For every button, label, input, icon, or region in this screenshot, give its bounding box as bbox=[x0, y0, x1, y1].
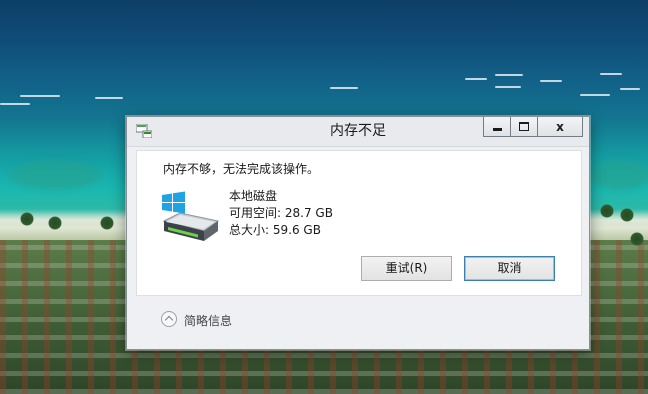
drive-total-size: 总大小: 59.6 GB bbox=[229, 223, 321, 237]
wave bbox=[20, 95, 60, 97]
palm-tree bbox=[620, 208, 634, 222]
minimize-button[interactable] bbox=[483, 117, 510, 137]
wave bbox=[95, 97, 123, 99]
drive-info: 本地磁盘 可用空间: 28.7 GB 总大小: 59.6 GB bbox=[229, 188, 333, 239]
drive-name: 本地磁盘 bbox=[229, 189, 278, 203]
drive-free-space: 可用空间: 28.7 GB bbox=[229, 206, 333, 220]
retry-button[interactable]: 重试(R) bbox=[361, 256, 452, 281]
wave bbox=[580, 94, 610, 96]
close-icon: x bbox=[556, 119, 564, 134]
wave bbox=[465, 78, 487, 80]
cancel-button[interactable]: 取消 bbox=[464, 256, 555, 281]
details-toggle[interactable]: 简略信息 bbox=[184, 312, 232, 329]
dialog-footer: 简略信息 bbox=[136, 297, 580, 341]
desktop-wallpaper: 内存不足 x 内存不够，无法完成该操作。 本地磁盘 可用空间: 28.7 GB … bbox=[0, 0, 648, 394]
title-bar[interactable]: 内存不足 x bbox=[127, 117, 589, 147]
palm-tree bbox=[630, 232, 644, 246]
wave bbox=[600, 73, 622, 75]
minimize-icon bbox=[492, 128, 502, 131]
reef bbox=[10, 160, 100, 190]
wave bbox=[0, 103, 30, 105]
wave bbox=[330, 87, 358, 89]
wave bbox=[540, 80, 562, 82]
hard-drive-icon bbox=[162, 191, 220, 241]
dialog-content: 内存不够，无法完成该操作。 本地磁盘 可用空间: 28.7 GB 总大小: 59… bbox=[136, 150, 582, 296]
palm-tree bbox=[48, 216, 62, 230]
window-controls: x bbox=[483, 117, 583, 138]
maximize-button[interactable] bbox=[510, 117, 537, 137]
close-button[interactable]: x bbox=[537, 117, 583, 137]
wave bbox=[620, 88, 640, 90]
palm-tree bbox=[600, 204, 614, 218]
out-of-memory-dialog: 内存不足 x 内存不够，无法完成该操作。 本地磁盘 可用空间: 28.7 GB … bbox=[126, 116, 590, 350]
palm-tree bbox=[20, 212, 34, 226]
maximize-icon bbox=[519, 122, 529, 131]
wave bbox=[495, 86, 521, 88]
reef bbox=[590, 160, 648, 190]
palm-tree bbox=[100, 216, 114, 230]
wave bbox=[495, 74, 523, 76]
error-message: 内存不够，无法完成该操作。 bbox=[163, 162, 320, 176]
chevron-up-icon[interactable] bbox=[161, 311, 177, 327]
